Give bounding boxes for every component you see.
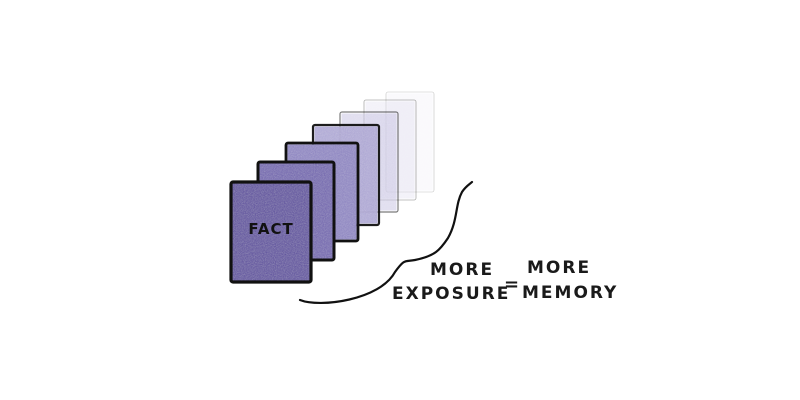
equation-left-line1: MORE bbox=[430, 260, 494, 280]
card-stack: FACT bbox=[229, 91, 435, 284]
equation-right-line1: MORE bbox=[527, 258, 591, 278]
equation: MORE EXPOSURE = MORE MEMORY bbox=[392, 258, 618, 304]
equation-left-line2: EXPOSURE bbox=[392, 284, 510, 304]
fact-card-label: FACT bbox=[248, 220, 293, 238]
illustration: FACT MORE EXPOSURE = MORE MEMORY bbox=[0, 0, 800, 400]
equation-right-line2: MEMORY bbox=[522, 283, 618, 303]
exposure-memory-diagram: FACT MORE EXPOSURE = MORE MEMORY bbox=[229, 91, 618, 304]
equation-operator: = bbox=[504, 274, 521, 295]
